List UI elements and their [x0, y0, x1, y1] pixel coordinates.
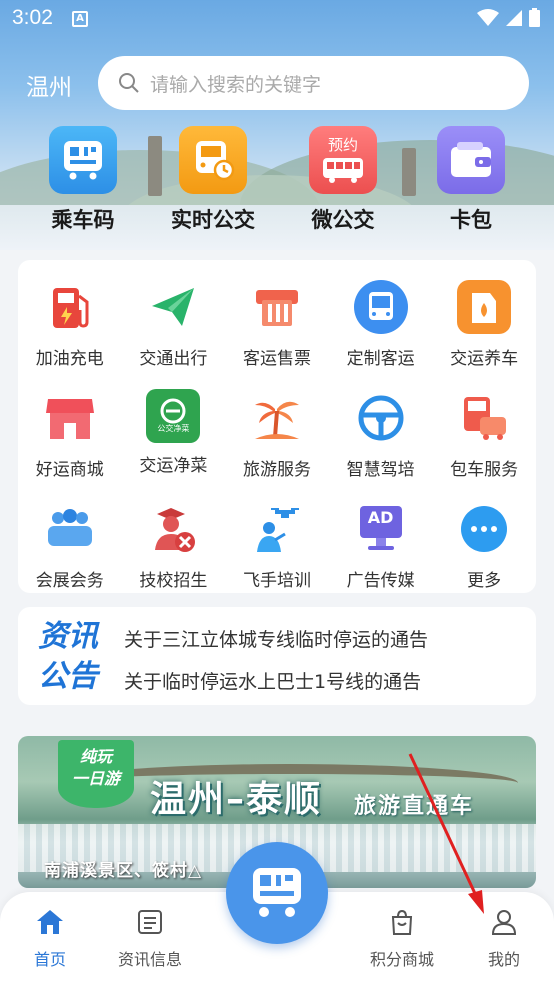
signal-icon	[506, 9, 522, 26]
palm-tree-icon	[248, 389, 306, 447]
quick-label: 微公交	[311, 208, 375, 232]
service-travel[interactable]: 旅游服务	[225, 389, 329, 480]
news-badge: 资讯 公告	[38, 617, 114, 697]
services-grid: 加油充电 交通出行 客运售票 定制客运 交运养车 好运商城 公交净菜 交运净菜 …	[18, 278, 536, 591]
status-bar: 3:02 A	[0, 0, 554, 38]
city-selector[interactable]: 温州	[26, 68, 72, 102]
student-icon	[144, 500, 202, 558]
service-ticket[interactable]: 客运售票	[225, 278, 329, 369]
banner-caption: 南浦溪景区、筱村△	[44, 861, 203, 881]
custom-bus-icon	[352, 278, 410, 336]
car-oil-icon	[455, 278, 513, 336]
wallet-icon	[437, 126, 505, 194]
tab-points-mall[interactable]: 积分商城	[362, 908, 442, 970]
tab-label: 我的	[487, 950, 520, 969]
service-drone[interactable]: 飞手培训	[225, 500, 329, 591]
search-placeholder: 请输入搜索的关键字	[150, 73, 322, 96]
banner-subtitle: 旅游直通车	[354, 794, 475, 819]
wifi-icon	[477, 8, 499, 26]
service-label: 智慧驾培	[346, 460, 415, 480]
shop-icon	[41, 389, 99, 447]
service-label: 交通出行	[139, 349, 208, 369]
news-item[interactable]: 关于三江立体城专线临时停运的通告	[124, 625, 428, 652]
service-more[interactable]: 更多	[432, 500, 536, 591]
service-label: 旅游服务	[242, 460, 311, 480]
bus-qr-icon	[49, 126, 117, 194]
service-fresh-food[interactable]: 公交净菜 交运净菜	[122, 389, 226, 480]
tab-label: 资讯信息	[117, 950, 182, 969]
service-custom-bus[interactable]: 定制客运	[329, 278, 433, 369]
tab-mine[interactable]: 我的	[464, 908, 544, 970]
service-school[interactable]: 技校招生	[122, 500, 226, 591]
service-label: 广告传媒	[346, 571, 415, 591]
more-icon	[455, 500, 513, 558]
news-item[interactable]: 关于临时停运水上巴士1号线的通告	[124, 667, 421, 694]
service-charter[interactable]: 包车服务	[432, 389, 536, 480]
service-label: 会展会务	[35, 571, 104, 591]
tab-label: 首页	[33, 950, 66, 969]
service-car-care[interactable]: 交运养车	[432, 278, 536, 369]
fresh-food-sub: 公交净菜	[157, 424, 190, 433]
status-time: 3:02	[12, 6, 53, 29]
quick-label: 乘车码	[51, 208, 115, 232]
service-label: 定制客运	[346, 349, 415, 369]
service-label: 技校招生	[139, 571, 208, 591]
user-icon	[491, 910, 517, 935]
service-ad[interactable]: AD 广告传媒	[329, 500, 433, 591]
quick-realtime-bus[interactable]: 实时公交	[148, 126, 278, 234]
news-list-icon	[138, 910, 162, 934]
system-icons	[477, 8, 540, 27]
fresh-food-icon: 公交净菜	[146, 389, 201, 443]
quick-micro-bus[interactable]: 预约 微公交	[278, 126, 408, 234]
search-bar[interactable]: 请输入搜索的关键字	[98, 56, 529, 110]
quick-bus-code[interactable]: 乘车码	[18, 126, 148, 234]
service-label: 交运净菜	[139, 456, 208, 476]
service-label: 交运养车	[450, 349, 519, 369]
service-fuel-charge[interactable]: 加油充电	[18, 278, 122, 369]
drone-pilot-icon	[248, 500, 306, 558]
service-label: 加油充电	[35, 349, 104, 369]
bus-code-fab[interactable]	[226, 842, 328, 944]
ad-screen-text: AD	[367, 508, 394, 527]
quick-wallet[interactable]: 卡包	[406, 126, 536, 234]
realtime-bus-icon	[179, 126, 247, 194]
fuel-charge-icon	[41, 278, 99, 336]
service-label: 客运售票	[242, 349, 311, 369]
service-label: 飞手培训	[242, 571, 311, 591]
ad-screen-icon: AD	[352, 500, 410, 558]
news-badge-top: 资讯	[38, 619, 98, 654]
booking-badge: 预约	[327, 135, 358, 154]
notification-icon: A	[72, 11, 88, 27]
tab-label: 积分商城	[369, 950, 434, 969]
shopping-bag-icon	[391, 909, 413, 935]
services-card: 加油充电 交通出行 客运售票 定制客运 交运养车 好运商城 公交净菜 交运净菜 …	[18, 260, 536, 593]
service-label: 包车服务	[450, 460, 519, 480]
ticket-icon	[248, 278, 306, 336]
service-label: 好运商城	[35, 460, 104, 480]
service-shop[interactable]: 好运商城	[18, 389, 122, 480]
charter-bus-icon	[455, 389, 513, 447]
home-icon	[37, 910, 63, 934]
service-traffic[interactable]: 交通出行	[122, 278, 226, 369]
news-card: 资讯 公告 关于三江立体城专线临时停运的通告 关于临时停运水上巴士1号线的通告	[18, 607, 536, 705]
banner-tag: 纯玩 一日游	[58, 740, 134, 808]
battery-icon	[529, 8, 540, 27]
news-badge-bottom: 公告	[38, 659, 98, 694]
quick-label: 卡包	[450, 208, 492, 232]
bus-qr-icon	[253, 868, 301, 917]
tab-news[interactable]: 资讯信息	[110, 908, 190, 970]
tab-home[interactable]: 首页	[10, 908, 90, 970]
search-icon	[119, 73, 139, 93]
booking-bus-icon: 预约	[309, 126, 377, 194]
service-label: 更多	[467, 571, 502, 591]
steering-wheel-icon	[352, 389, 410, 447]
meeting-icon	[41, 500, 99, 558]
quick-label: 实时公交	[171, 208, 255, 232]
paper-plane-icon	[144, 278, 202, 336]
service-driving[interactable]: 智慧驾培	[329, 389, 433, 480]
banner-title: 温州–泰顺	[150, 779, 323, 820]
service-meeting[interactable]: 会展会务	[18, 500, 122, 591]
